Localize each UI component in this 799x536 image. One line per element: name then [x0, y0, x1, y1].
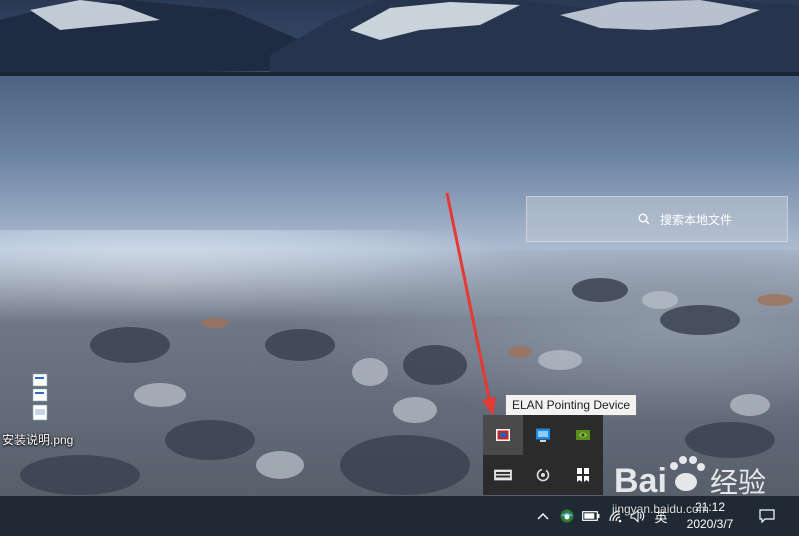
- nvidia-icon: [576, 430, 590, 440]
- png-file-icon: [32, 373, 48, 421]
- globe-shield-icon: [560, 509, 574, 523]
- watermark-url: jingyan.baidu.com: [612, 502, 709, 516]
- intel-graphics-icon: [536, 428, 550, 442]
- search-label: 搜索本地文件: [659, 212, 732, 227]
- notification-icon: [759, 509, 775, 523]
- elan-pointing-icon: [496, 429, 510, 441]
- tray-security-app[interactable]: [556, 496, 578, 536]
- action-center-button[interactable]: [756, 496, 778, 536]
- sync-icon: [536, 468, 550, 482]
- keyboard-icon: [494, 469, 512, 481]
- tray-keyboard[interactable]: [483, 455, 523, 495]
- chevron-up-icon: [537, 513, 549, 520]
- desktop-wallpaper: [0, 0, 799, 496]
- battery-button[interactable]: [580, 496, 602, 536]
- rocks: [20, 278, 793, 495]
- tooltip: ELAN Pointing Device: [505, 394, 638, 416]
- tray-overflow-flyout: [483, 415, 603, 495]
- show-hidden-icons-button[interactable]: [533, 496, 553, 536]
- tray-sync[interactable]: [523, 455, 563, 495]
- tray-nvidia[interactable]: [563, 415, 603, 455]
- bookmark-icon: [577, 468, 589, 482]
- clock-date: 2020/3/7: [686, 517, 734, 531]
- tray-intel-graphics[interactable]: [523, 415, 563, 455]
- tray-elan-pointing[interactable]: [483, 415, 523, 455]
- search-local-files-box[interactable]: 搜索本地文件: [526, 196, 788, 242]
- desktop-file-label: 安装说明.png: [2, 433, 74, 447]
- battery-icon: [582, 511, 600, 521]
- tray-bookmark[interactable]: [563, 455, 603, 495]
- desktop-file-icon[interactable]: 安装说明.png: [2, 372, 78, 448]
- search-icon: [638, 213, 650, 225]
